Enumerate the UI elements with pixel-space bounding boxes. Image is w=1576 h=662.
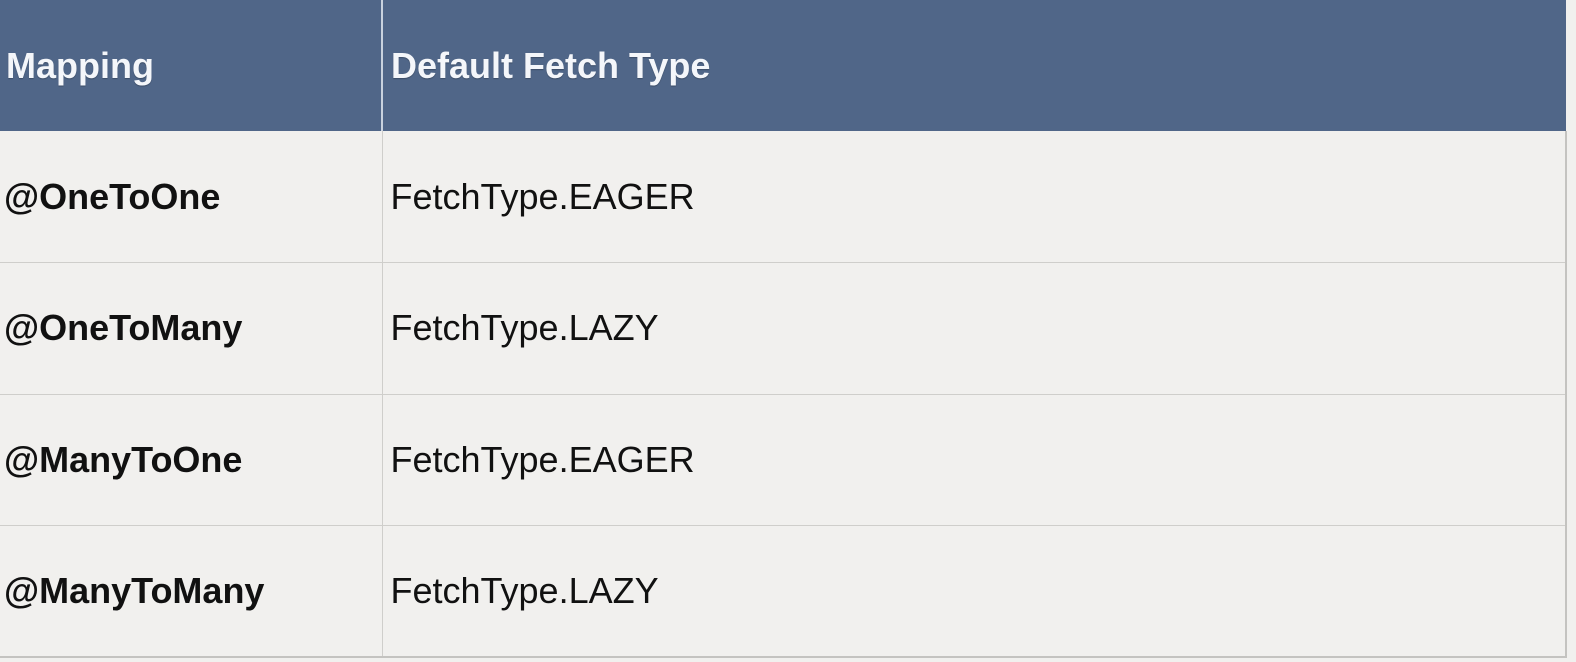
header-row: Mapping Default Fetch Type: [0, 0, 1566, 131]
table-row: @ManyToMany FetchType.LAZY: [0, 525, 1567, 658]
header-mapping: Mapping: [0, 0, 383, 131]
mapping-cell: @ManyToMany: [0, 525, 383, 658]
mapping-cell: @OneToOne: [0, 131, 383, 263]
table-body: @OneToOne FetchType.EAGER @OneToMany Fet…: [0, 131, 1567, 658]
table-row: @ManyToOne FetchType.EAGER: [0, 394, 1567, 526]
table-row: @OneToMany FetchType.LAZY: [0, 262, 1567, 395]
table-header: Mapping Default Fetch Type: [0, 0, 1566, 131]
fetch-type-cell: FetchType.EAGER: [382, 131, 1567, 263]
fetch-type-cell: FetchType.LAZY: [382, 262, 1567, 395]
table-row: @OneToOne FetchType.EAGER: [0, 131, 1567, 263]
mapping-cell: @ManyToOne: [0, 394, 383, 526]
slide: Mapping Default Fetch Type @OneToOne Fet…: [0, 0, 1576, 662]
fetch-type-table: Mapping Default Fetch Type @OneToOne Fet…: [0, 0, 1567, 658]
fetch-type-cell: FetchType.EAGER: [382, 394, 1567, 526]
fetch-type-cell: FetchType.LAZY: [382, 525, 1567, 658]
header-default-fetch-type: Default Fetch Type: [382, 0, 1566, 131]
mapping-cell: @OneToMany: [0, 262, 383, 395]
